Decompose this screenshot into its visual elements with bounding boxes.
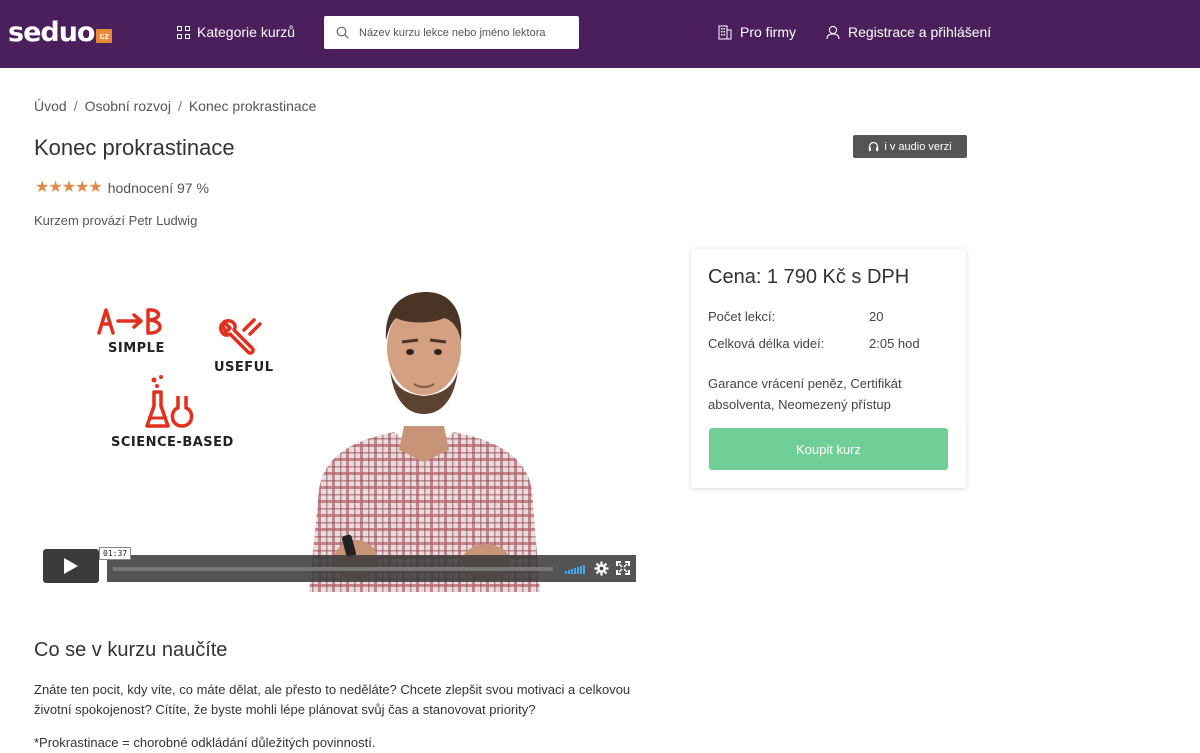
course-features: Garance vrácení peněz, Certifikát absolv… [708, 376, 902, 412]
for-companies-label: Pro firmy [740, 24, 796, 40]
breadcrumb-current[interactable]: Konec prokrastinace [189, 98, 317, 114]
audio-version-label: i v audio verzi [884, 140, 952, 153]
search-box[interactable] [324, 16, 579, 49]
wrench-doodle [218, 318, 262, 355]
register-login-label: Registrace a přihlášení [848, 24, 992, 40]
headphones-icon [869, 141, 879, 152]
play-icon [64, 558, 78, 574]
breadcrumb-home[interactable]: Úvod [34, 98, 67, 114]
video-progress-bar[interactable] [107, 555, 636, 582]
current-time-tooltip: 01:37 [99, 547, 132, 560]
fullscreen-icon[interactable] [616, 561, 630, 575]
categories-label: Kategorie kurzů [197, 24, 296, 40]
course-rating: ★★★★★ hodnocení 97 % [35, 179, 209, 197]
course-price: Cena: 1 790 Kč s DPH [708, 266, 910, 288]
presenter-figure [309, 292, 540, 592]
breadcrumb-personal-growth[interactable]: Osobní rozvoj [85, 98, 171, 114]
register-login-link[interactable]: Registrace a přihlášení [826, 24, 991, 40]
buy-course-button[interactable]: Koupit kurz [709, 428, 948, 470]
course-video-player[interactable]: SIMPLE USEFUL SCIENCE-BASED 01:37 [34, 250, 645, 592]
progress-track[interactable] [113, 567, 553, 571]
logo-text: seduo [8, 17, 95, 48]
play-button[interactable] [43, 549, 99, 583]
video-duration-label: Celková délka videí: [708, 336, 825, 351]
lessons-count-label: Počet lekcí: [708, 309, 776, 324]
doodle-label-simple: SIMPLE [108, 341, 165, 356]
for-companies-link[interactable]: Pro firmy [718, 24, 796, 40]
doodle-label-useful: USEFUL [214, 360, 274, 375]
page-title: Konec prokrastinace [34, 135, 235, 160]
audio-version-badge[interactable]: i v audio verzi [853, 135, 967, 158]
video-duration-value: 2:05 hod [869, 336, 920, 351]
building-icon [718, 25, 732, 39]
video-duration-row: Celková délka videí: 2:05 hod [708, 336, 949, 363]
breadcrumb-separator: / [73, 98, 78, 114]
lessons-count-value: 20 [869, 309, 884, 324]
a-to-b-doodle [97, 308, 162, 335]
learn-section-text: Znáte ten pocit, kdy víte, co máte dělat… [34, 682, 631, 717]
volume-icon[interactable] [565, 563, 586, 574]
grid-icon [177, 25, 190, 39]
categories-menu-button[interactable]: Kategorie kurzů [177, 24, 295, 40]
settings-icon[interactable] [594, 561, 609, 576]
search-icon [336, 26, 349, 39]
search-input[interactable] [359, 26, 559, 39]
price-card: Cena: 1 790 Kč s DPH Počet lekcí: 20 Cel… [691, 249, 966, 488]
logo-cz-badge: cz [96, 29, 112, 43]
top-nav-bar: seduo cz Kategorie kurzů Pro firmy [0, 0, 1200, 68]
rating-text: hodnocení 97 % [107, 180, 209, 196]
learn-section-title: Co se v kurzu naučíte [34, 639, 228, 661]
seduo-logo[interactable]: seduo cz [8, 18, 112, 48]
user-icon [826, 25, 840, 39]
breadcrumb: Úvod / Osobní rozvoj / Konec prokrastina… [34, 98, 316, 114]
breadcrumb-separator: / [177, 98, 182, 114]
lessons-count-row: Počet lekcí: 20 [708, 309, 949, 336]
flask-doodle [145, 375, 194, 428]
procrastination-definition: *Prokrastinace = chorobné odkládání důle… [34, 735, 376, 750]
rating-stars: ★★★★★ [35, 179, 103, 196]
instructor-text: Kurzem provází Petr Ludwig [34, 213, 198, 228]
doodle-label-science-based: SCIENCE-BASED [111, 435, 234, 450]
